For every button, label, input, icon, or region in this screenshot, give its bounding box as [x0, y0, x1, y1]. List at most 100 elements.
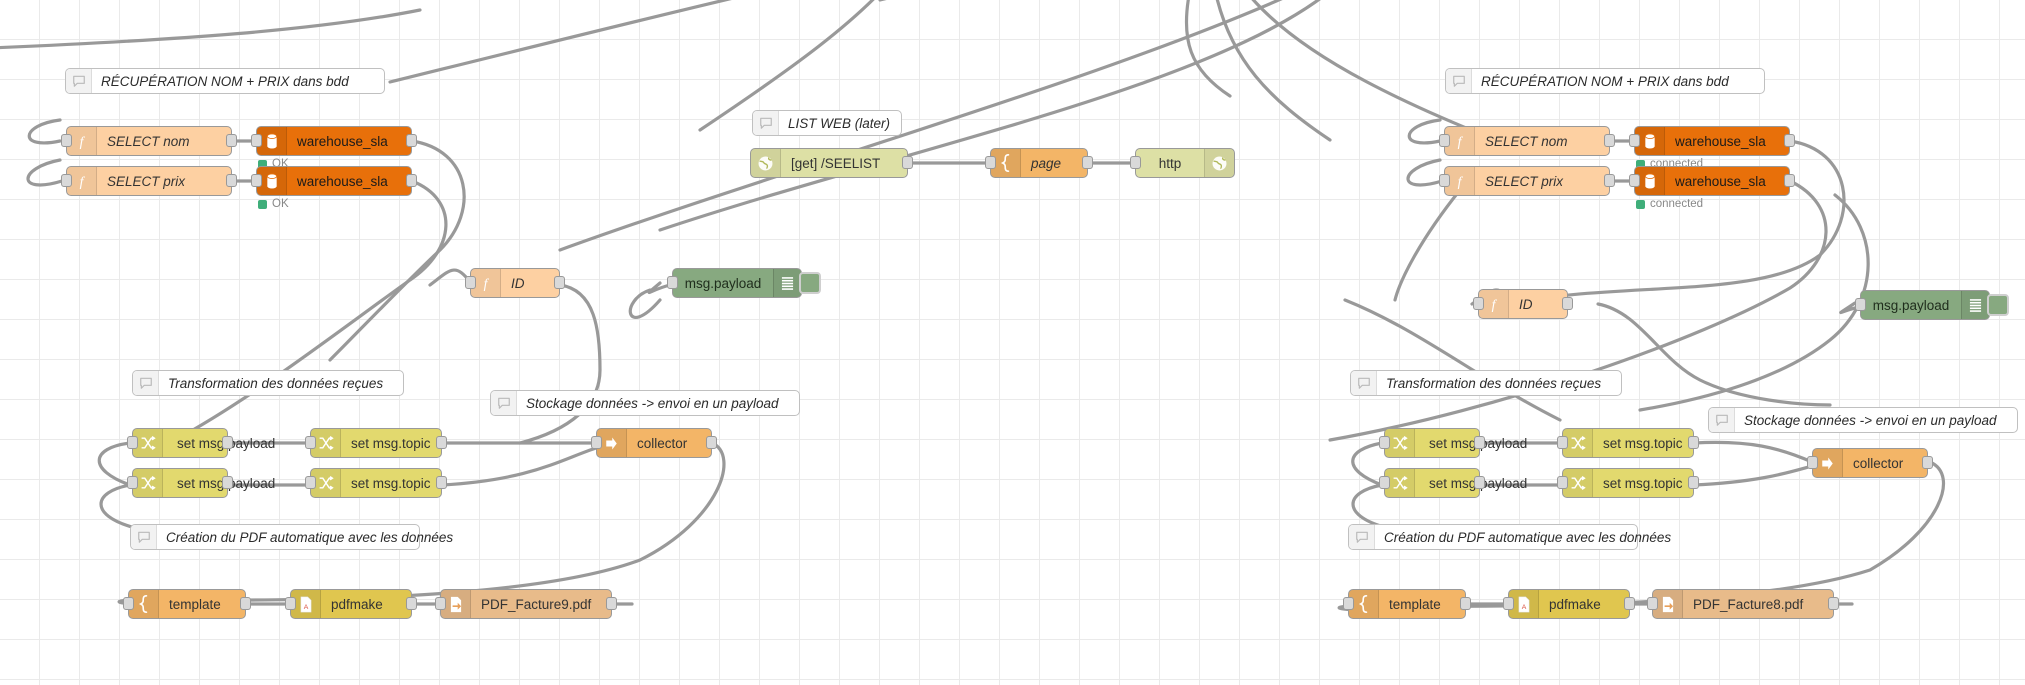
input-port[interactable]	[1855, 298, 1866, 311]
http-response-node[interactable]: http	[1130, 148, 1235, 178]
input-port[interactable]	[251, 134, 262, 147]
debug-node-right[interactable]: msg.payload	[1855, 290, 2009, 320]
output-port[interactable]	[406, 174, 417, 187]
output-port[interactable]	[226, 174, 237, 187]
database-node-warehouse-sla-left-top[interactable]: warehouse_sla	[251, 126, 417, 156]
input-port[interactable]	[305, 436, 316, 449]
input-port[interactable]	[1379, 476, 1390, 489]
input-port[interactable]	[1439, 174, 1450, 187]
input-port[interactable]	[251, 174, 262, 187]
output-port[interactable]	[1828, 597, 1839, 610]
database-node-warehouse-sla-left-bottom[interactable]: warehouse_sla	[251, 166, 417, 196]
input-port[interactable]	[127, 476, 138, 489]
output-port[interactable]	[1784, 134, 1795, 147]
collector-node-left[interactable]: collector	[591, 428, 717, 458]
output-port[interactable]	[706, 436, 717, 449]
function-node-select-nom-right[interactable]: f SELECT nom	[1439, 126, 1615, 156]
change-node-set-payload-right-2[interactable]: set msg.payload	[1379, 468, 1527, 498]
comment-node-transform-left[interactable]: Transformation des données reçues	[132, 370, 404, 396]
pdfmake-node-right[interactable]: A pdfmake	[1503, 589, 1635, 619]
input-port[interactable]	[1379, 436, 1390, 449]
function-node-select-prix-right[interactable]: f SELECT prix	[1439, 166, 1615, 196]
template-node-left[interactable]: template	[123, 589, 251, 619]
input-port[interactable]	[1503, 597, 1514, 610]
output-port[interactable]	[1460, 597, 1471, 610]
change-node-set-payload-right-1[interactable]: set msg.payload	[1379, 428, 1527, 458]
template-node-page[interactable]: page	[985, 148, 1093, 178]
comment-node-db-right[interactable]: RÉCUPÉRATION NOM + PRIX dans bdd	[1445, 68, 1765, 94]
change-node-set-topic-left-1[interactable]: set msg.topic	[305, 428, 447, 458]
http-in-node-seelist[interactable]: [get] /SEELIST	[750, 148, 913, 178]
input-port[interactable]	[1343, 597, 1354, 610]
input-port[interactable]	[127, 436, 138, 449]
output-port[interactable]	[406, 134, 417, 147]
collector-node-right[interactable]: collector	[1807, 448, 1933, 478]
input-port[interactable]	[1647, 597, 1658, 610]
function-node-select-prix-left[interactable]: f SELECT prix	[61, 166, 237, 196]
output-port[interactable]	[554, 276, 565, 289]
input-port[interactable]	[591, 436, 602, 449]
comment-node-pdf-right[interactable]: Création du PDF automatique avec les don…	[1348, 524, 1671, 550]
comment-node-storage-left[interactable]: Stockage données -> envoi en un payload	[490, 390, 800, 416]
change-node-set-payload-left-2[interactable]: set msg.payload	[127, 468, 275, 498]
flow-canvas[interactable]: RÉCUPÉRATION NOM + PRIX dans bdd f SELEC…	[0, 0, 2025, 685]
input-port[interactable]	[1807, 456, 1818, 469]
output-port[interactable]	[1082, 156, 1093, 169]
output-port[interactable]	[436, 476, 447, 489]
comment-node-storage-right[interactable]: Stockage données -> envoi en un payload	[1708, 407, 2018, 433]
function-node-id-left[interactable]: f ID	[465, 268, 565, 298]
function-node-id-right[interactable]: f ID	[1473, 289, 1573, 319]
output-port[interactable]	[1604, 134, 1615, 147]
input-port[interactable]	[985, 156, 996, 169]
comment-node-list-web[interactable]: LIST WEB (later)	[752, 110, 902, 136]
input-port[interactable]	[305, 476, 316, 489]
comment-node-db-left[interactable]: RÉCUPÉRATION NOM + PRIX dans bdd	[65, 68, 385, 94]
output-port[interactable]	[1604, 174, 1615, 187]
database-node-warehouse-sla-right-top[interactable]: warehouse_sla	[1629, 126, 1795, 156]
output-port[interactable]	[406, 597, 417, 610]
input-port[interactable]	[465, 276, 476, 289]
change-node-set-topic-right-2[interactable]: set msg.topic	[1557, 468, 1699, 498]
output-port[interactable]	[1688, 436, 1699, 449]
debug-enable-toggle[interactable]	[799, 272, 821, 294]
input-port[interactable]	[435, 597, 446, 610]
file-node-right[interactable]: PDF_Facture8.pdf	[1647, 589, 1839, 619]
change-node-set-topic-right-1[interactable]: set msg.topic	[1557, 428, 1699, 458]
output-port[interactable]	[1688, 476, 1699, 489]
pdfmake-node-left[interactable]: A pdfmake	[285, 589, 417, 619]
input-port[interactable]	[1557, 436, 1568, 449]
input-port[interactable]	[1629, 174, 1640, 187]
change-node-set-topic-left-2[interactable]: set msg.topic	[305, 468, 447, 498]
input-port[interactable]	[1557, 476, 1568, 489]
input-port[interactable]	[61, 134, 72, 147]
output-port[interactable]	[1474, 436, 1485, 449]
output-port[interactable]	[1624, 597, 1635, 610]
file-node-left[interactable]: PDF_Facture9.pdf	[435, 589, 617, 619]
output-port[interactable]	[1922, 456, 1933, 469]
output-port[interactable]	[1562, 297, 1573, 310]
input-port[interactable]	[123, 597, 134, 610]
output-port[interactable]	[222, 476, 233, 489]
database-node-warehouse-sla-right-bottom[interactable]: warehouse_sla	[1629, 166, 1795, 196]
function-node-select-nom-left[interactable]: f SELECT nom	[61, 126, 237, 156]
output-port[interactable]	[902, 156, 913, 169]
input-port[interactable]	[61, 174, 72, 187]
comment-node-transform-right[interactable]: Transformation des données reçues	[1350, 370, 1622, 396]
input-port[interactable]	[1439, 134, 1450, 147]
input-port[interactable]	[1629, 134, 1640, 147]
input-port[interactable]	[285, 597, 296, 610]
change-node-set-payload-left-1[interactable]: set msg.payload	[127, 428, 275, 458]
output-port[interactable]	[240, 597, 251, 610]
output-port[interactable]	[222, 436, 233, 449]
output-port[interactable]	[226, 134, 237, 147]
output-port[interactable]	[606, 597, 617, 610]
template-node-right[interactable]: template	[1343, 589, 1471, 619]
debug-node-left[interactable]: msg.payload	[667, 268, 821, 298]
input-port[interactable]	[1473, 297, 1484, 310]
comment-node-pdf-left[interactable]: Création du PDF automatique avec les don…	[130, 524, 453, 550]
input-port[interactable]	[1130, 156, 1141, 169]
output-port[interactable]	[436, 436, 447, 449]
debug-enable-toggle[interactable]	[1987, 294, 2009, 316]
output-port[interactable]	[1784, 174, 1795, 187]
output-port[interactable]	[1474, 476, 1485, 489]
